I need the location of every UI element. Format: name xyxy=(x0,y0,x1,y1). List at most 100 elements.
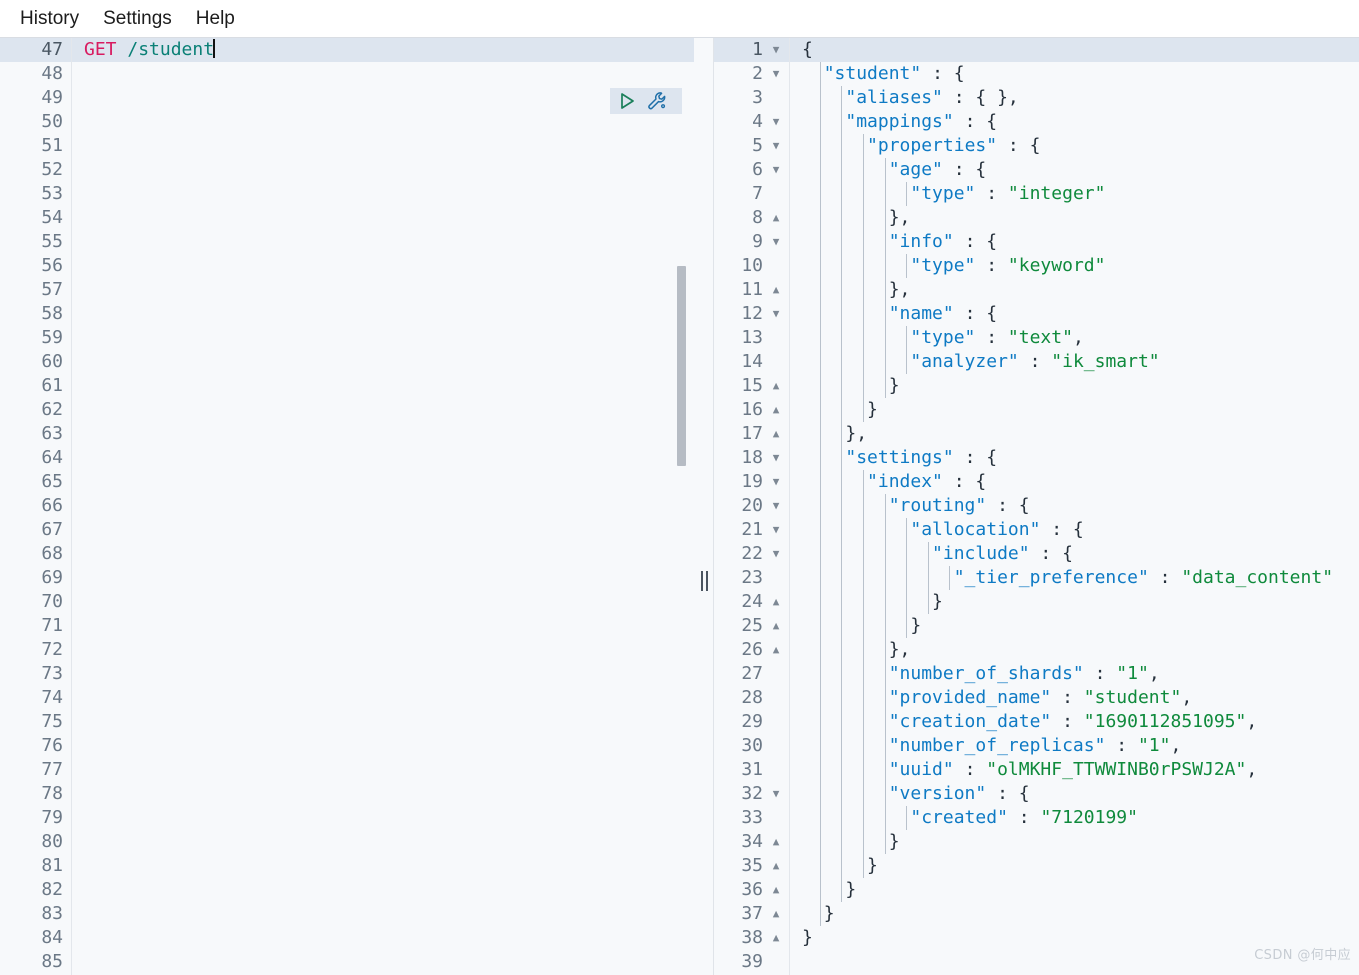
fold-collapse-icon[interactable]: ▼ xyxy=(769,782,783,806)
fold-collapse-icon[interactable]: ▼ xyxy=(769,230,783,254)
code-line[interactable] xyxy=(72,542,694,566)
menu-item-history[interactable]: History xyxy=(8,4,91,34)
code-line[interactable] xyxy=(72,182,694,206)
code-line[interactable] xyxy=(72,254,694,278)
code-line[interactable]: "type" : "integer" xyxy=(790,182,1359,206)
code-line[interactable] xyxy=(72,158,694,182)
fold-collapse-icon[interactable]: ▼ xyxy=(769,134,783,158)
code-line[interactable]: } xyxy=(790,614,1359,638)
code-line[interactable] xyxy=(72,206,694,230)
code-line[interactable]: "allocation" : { xyxy=(790,518,1359,542)
code-line[interactable]: } xyxy=(790,398,1359,422)
code-line[interactable] xyxy=(72,230,694,254)
code-line[interactable] xyxy=(72,590,694,614)
code-line[interactable]: "info" : { xyxy=(790,230,1359,254)
code-line[interactable] xyxy=(72,566,694,590)
code-line[interactable] xyxy=(72,686,694,710)
code-line[interactable] xyxy=(72,86,694,110)
code-line[interactable]: "creation_date" : "1690112851095", xyxy=(790,710,1359,734)
code-line[interactable]: "type" : "keyword" xyxy=(790,254,1359,278)
code-line[interactable]: "index" : { xyxy=(790,470,1359,494)
code-line[interactable] xyxy=(72,734,694,758)
fold-expand-icon[interactable]: ▲ xyxy=(769,398,783,422)
code-line[interactable] xyxy=(72,326,694,350)
code-line[interactable]: "age" : { xyxy=(790,158,1359,182)
code-line[interactable]: "properties" : { xyxy=(790,134,1359,158)
code-line[interactable]: "_tier_preference" : "data_content" xyxy=(790,566,1359,590)
fold-expand-icon[interactable]: ▲ xyxy=(769,830,783,854)
code-line[interactable] xyxy=(72,470,694,494)
fold-expand-icon[interactable]: ▲ xyxy=(769,878,783,902)
code-line[interactable] xyxy=(72,830,694,854)
fold-expand-icon[interactable]: ▲ xyxy=(769,854,783,878)
code-line[interactable] xyxy=(72,422,694,446)
code-line[interactable]: "mappings" : { xyxy=(790,110,1359,134)
fold-collapse-icon[interactable]: ▼ xyxy=(769,110,783,134)
code-line[interactable]: } xyxy=(790,854,1359,878)
fold-expand-icon[interactable]: ▲ xyxy=(769,206,783,230)
code-line[interactable]: } xyxy=(790,830,1359,854)
fold-expand-icon[interactable]: ▲ xyxy=(769,422,783,446)
code-line[interactable]: } xyxy=(790,878,1359,902)
fold-expand-icon[interactable]: ▲ xyxy=(769,590,783,614)
code-line[interactable]: "routing" : { xyxy=(790,494,1359,518)
fold-expand-icon[interactable]: ▲ xyxy=(769,278,783,302)
code-line[interactable]: } xyxy=(790,590,1359,614)
request-pane-scrollbar[interactable] xyxy=(677,266,686,466)
fold-collapse-icon[interactable]: ▼ xyxy=(769,542,783,566)
fold-expand-icon[interactable]: ▲ xyxy=(769,926,783,950)
request-pane[interactable]: 47 48 49 50 51 52 53 54 55 56 57 58 59 60 61 62 63 64 65 66… xyxy=(0,38,694,975)
menu-item-help[interactable]: Help xyxy=(184,4,247,34)
fold-collapse-icon[interactable]: ▼ xyxy=(769,302,783,326)
fold-collapse-icon[interactable]: ▼ xyxy=(769,158,783,182)
fold-expand-icon[interactable]: ▲ xyxy=(769,638,783,662)
code-line[interactable]: "student" : { xyxy=(790,62,1359,86)
wrench-tools-icon[interactable] xyxy=(646,90,668,112)
response-code-area[interactable]: { "student" : { "aliases" : { }, "mappin… xyxy=(790,38,1359,975)
code-line[interactable] xyxy=(72,518,694,542)
fold-expand-icon[interactable]: ▲ xyxy=(769,902,783,926)
code-line[interactable]: "provided_name" : "student", xyxy=(790,686,1359,710)
code-line[interactable]: "number_of_replicas" : "1", xyxy=(790,734,1359,758)
code-line[interactable] xyxy=(72,62,694,86)
code-line[interactable] xyxy=(72,350,694,374)
code-line[interactable]: "include" : { xyxy=(790,542,1359,566)
code-line[interactable]: GET /student xyxy=(72,38,694,62)
splitter-handle-icon[interactable] xyxy=(699,571,709,591)
code-line[interactable] xyxy=(72,638,694,662)
fold-expand-icon[interactable]: ▲ xyxy=(769,614,783,638)
code-line[interactable]: "uuid" : "olMKHF_TTWWINB0rPSWJ2A", xyxy=(790,758,1359,782)
code-line[interactable]: } xyxy=(790,902,1359,926)
code-line[interactable]: }, xyxy=(790,638,1359,662)
code-line[interactable] xyxy=(72,662,694,686)
code-line[interactable]: "settings" : { xyxy=(790,446,1359,470)
code-line[interactable]: } xyxy=(790,374,1359,398)
code-line[interactable] xyxy=(72,710,694,734)
fold-collapse-icon[interactable]: ▼ xyxy=(769,518,783,542)
response-line-number-gutter[interactable]: 1 ▼ 2 ▼ 3 4 ▼ 5 ▼ 6 ▼ 7 8 ▲ 9 ▼ 10 11 ▲ 12 ▼ 13 14 15 ▲ 16 ▲ 17 ▲ 18 ▼… xyxy=(714,38,790,975)
code-line[interactable] xyxy=(72,278,694,302)
code-line[interactable]: "version" : { xyxy=(790,782,1359,806)
code-line[interactable] xyxy=(72,134,694,158)
code-line[interactable]: }, xyxy=(790,278,1359,302)
code-line[interactable]: "name" : { xyxy=(790,302,1359,326)
code-line[interactable]: }, xyxy=(790,206,1359,230)
code-line[interactable]: "analyzer" : "ik_smart" xyxy=(790,350,1359,374)
code-line[interactable] xyxy=(72,614,694,638)
code-line[interactable] xyxy=(72,950,694,974)
code-line[interactable] xyxy=(72,374,694,398)
code-line[interactable] xyxy=(72,446,694,470)
code-line[interactable]: "created" : "7120199" xyxy=(790,806,1359,830)
code-line[interactable] xyxy=(72,302,694,326)
fold-collapse-icon[interactable]: ▼ xyxy=(769,446,783,470)
code-line[interactable] xyxy=(72,878,694,902)
code-line[interactable] xyxy=(72,782,694,806)
response-pane[interactable]: 1 ▼ 2 ▼ 3 4 ▼ 5 ▼ 6 ▼ 7 8 ▲ 9 ▼ 10 11 ▲ 12 ▼ 13 14 15 ▲ 16 ▲ 17 ▲ 18 ▼… xyxy=(714,38,1359,975)
code-line[interactable]: "type" : "text", xyxy=(790,326,1359,350)
code-line[interactable] xyxy=(72,494,694,518)
code-line[interactable]: }, xyxy=(790,422,1359,446)
fold-collapse-icon[interactable]: ▼ xyxy=(769,62,783,86)
code-line[interactable] xyxy=(72,854,694,878)
code-line[interactable]: "number_of_shards" : "1", xyxy=(790,662,1359,686)
code-line[interactable]: { xyxy=(790,38,1359,62)
